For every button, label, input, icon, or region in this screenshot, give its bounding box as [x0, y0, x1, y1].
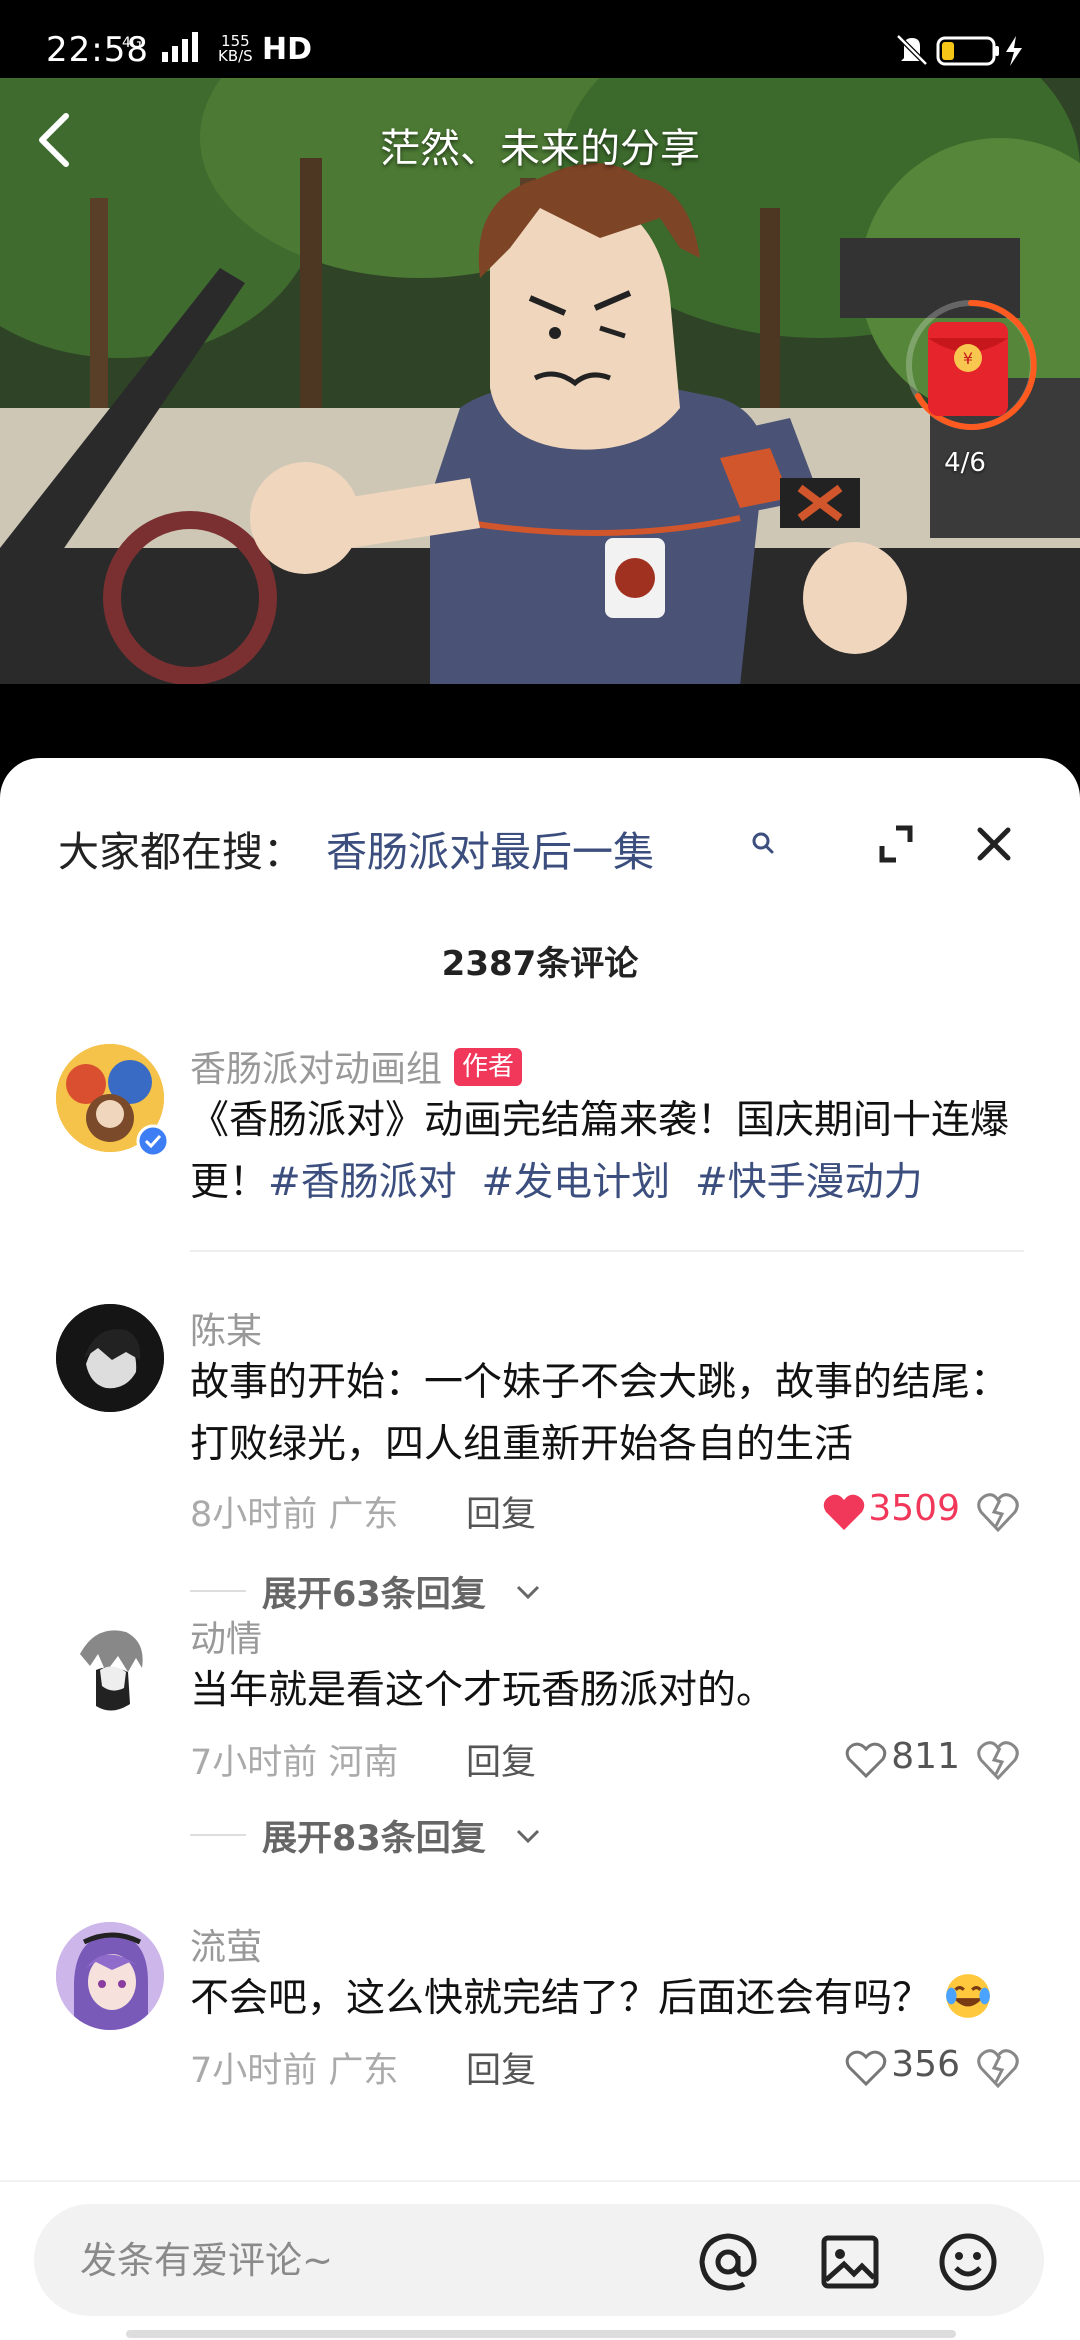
comment-author-name[interactable]: 流萤	[190, 1918, 262, 1970]
reply-button[interactable]: 回复	[466, 1486, 536, 1537]
expand-replies-label: 展开83条回复	[262, 1819, 486, 1859]
comment-location: 广东	[328, 2051, 399, 2091]
speed-unit: KB/S	[218, 47, 253, 65]
comment-input-container	[34, 2204, 1044, 2316]
comment-item: 陈某 故事的开始：一个妹子不会大跳，故事的结尾：打败绿光，四人组重新开始各自的生…	[0, 1302, 1080, 1615]
comment-text: 《香肠派对》动画完结篇来袭！国庆期间十连爆更！#香肠派对 #发电计划 #快手漫动…	[190, 1090, 1030, 1214]
laughing-crying-emoji	[946, 1974, 991, 2018]
heart-outline-icon[interactable]	[844, 2048, 888, 2088]
like-count: 811	[891, 1736, 960, 1777]
comment-sheet: 大家都在搜： 香肠派对最后一集 2387条评论 香肠派对动画组 作者 《香肠派对…	[0, 758, 1080, 2340]
mute-icon	[896, 34, 928, 66]
comment-body: 不会吧，这么快就完结了？后面还会有吗？	[190, 1976, 932, 2021]
status-icons-right	[896, 34, 1022, 66]
like-count: 356	[891, 2044, 960, 2085]
divider	[190, 1250, 1024, 1252]
comment-input[interactable]	[80, 2232, 660, 2288]
expand-line	[190, 1590, 246, 1592]
author-name-text: 香肠派对动画组	[190, 1049, 443, 1090]
avatar[interactable]	[56, 1614, 164, 1722]
reply-button[interactable]: 回复	[466, 2042, 536, 2093]
hot-search-term: 香肠派对最后一集	[326, 828, 654, 876]
home-indicator	[126, 2330, 956, 2338]
comment-count: 2387条评论	[441, 944, 639, 984]
comment-meta: 7小时前 广东	[190, 2042, 398, 2093]
chevron-down-icon	[516, 1585, 540, 1600]
heart-filled-icon[interactable]	[822, 1492, 866, 1532]
avatar-image	[56, 1614, 164, 1722]
hashtag-link[interactable]: #快手漫动力	[695, 1160, 923, 1205]
red-envelope-counter: 4/6	[944, 448, 986, 478]
hd-indicator: HD	[262, 32, 313, 67]
expand-line	[190, 1834, 246, 1836]
comment-item: 香肠派对动画组 作者 《香肠派对》动画完结篇来袭！国庆期间十连爆更！#香肠派对 #…	[0, 1040, 1080, 1330]
comment-author-name[interactable]: 动情	[190, 1610, 262, 1662]
heart-outline-icon[interactable]	[844, 1740, 888, 1780]
hot-search-row: 大家都在搜： 香肠派对最后一集	[58, 814, 1018, 876]
author-badge: 作者	[454, 1048, 523, 1086]
comment-text: 故事的开始：一个妹子不会大跳，故事的结尾：打败绿光，四人组重新开始各自的生活	[190, 1360, 1010, 1467]
mention-icon[interactable]	[692, 2226, 764, 2298]
expand-replies-button[interactable]: 展开83条回复	[190, 1810, 590, 1860]
comment-input-bar	[0, 2180, 1080, 2340]
comment-text: 不会吧，这么快就完结了？后面还会有吗？	[190, 1968, 1030, 2030]
comment-item: 流萤 不会吧，这么快就完结了？后面还会有吗？ 7小时前 广东 回复 356	[0, 1918, 1080, 2118]
dislike-icon[interactable]	[976, 2046, 1020, 2090]
comment-location: 河南	[328, 1743, 399, 1783]
red-envelope-icon[interactable]: ¥	[898, 292, 1044, 442]
dislike-icon[interactable]	[976, 1738, 1020, 1782]
verified-icon	[136, 1124, 170, 1158]
status-bar: 22:58 4G 155 KB/S HD	[0, 0, 1080, 78]
comment-meta: 8小时前 广东	[190, 1486, 398, 1537]
hashtag-link[interactable]: #发电计划	[482, 1160, 671, 1205]
reply-button[interactable]: 回复	[466, 1734, 536, 1785]
network-speed: 155 KB/S	[218, 34, 253, 64]
fullscreen-icon[interactable]	[866, 814, 926, 874]
charging-icon	[1006, 36, 1022, 66]
hot-search-link[interactable]: 香肠派对最后一集	[326, 814, 774, 876]
comment-location: 广东	[328, 1495, 399, 1535]
comment-time: 8小时前	[190, 1495, 318, 1535]
comment-time: 7小时前	[190, 2051, 318, 2091]
hot-search-label: 大家都在搜：	[58, 828, 304, 876]
comment-author-name[interactable]: 陈某	[190, 1302, 262, 1354]
comment-item: 动情 当年就是看这个才玩香肠派对的。 7小时前 河南 回复 811 展开83条回…	[0, 1610, 1080, 1860]
emoji-icon[interactable]	[932, 2226, 1004, 2298]
avatar[interactable]	[56, 1304, 164, 1412]
signal-icon	[162, 32, 198, 62]
comment-author-name[interactable]: 香肠派对动画组 作者	[190, 1040, 523, 1092]
image-icon[interactable]	[814, 2226, 886, 2298]
video-title: 茫然、未来的分享	[380, 126, 700, 172]
expand-replies-button[interactable]: 展开63条回复	[190, 1566, 590, 1616]
video-letterbox	[0, 686, 1080, 766]
search-icon	[752, 832, 774, 854]
avatar-image	[56, 1304, 164, 1412]
dislike-icon[interactable]	[976, 1490, 1020, 1534]
svg-text:¥: ¥	[963, 349, 973, 368]
comment-time: 7小时前	[190, 1743, 318, 1783]
comment-meta: 7小时前 河南	[190, 1734, 398, 1785]
chevron-down-icon	[516, 1829, 540, 1844]
close-icon[interactable]	[964, 814, 1024, 874]
avatar-image	[56, 1922, 164, 2030]
avatar[interactable]	[56, 1922, 164, 2030]
comment-text: 当年就是看这个才玩香肠派对的。	[190, 1668, 776, 1713]
network-type: 4G	[122, 35, 142, 51]
hashtag-link[interactable]: #香肠派对	[268, 1160, 457, 1205]
like-count: 3509	[868, 1488, 960, 1529]
battery-icon	[936, 36, 999, 66]
